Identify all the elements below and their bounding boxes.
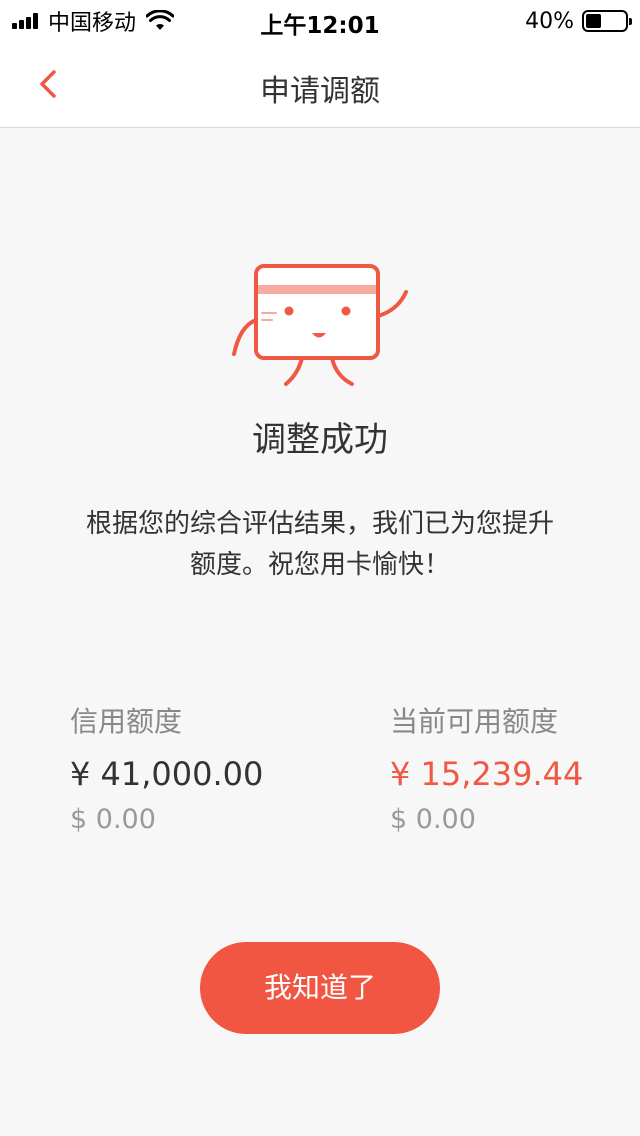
- status-bar: 中国移动 上午12:01 40%: [0, 0, 640, 40]
- success-title: 调整成功: [252, 420, 388, 460]
- credit-limit-usd: $ 0.00: [70, 804, 156, 835]
- battery-percentage: 40%: [525, 8, 574, 34]
- available-limit-rmb: ¥ 15,239.44: [390, 755, 584, 793]
- confirm-button[interactable]: 我知道了: [200, 942, 440, 1034]
- status-bar-right: 40%: [525, 8, 632, 34]
- battery-icon: [582, 10, 632, 32]
- credit-limit-rmb: ¥ 41,000.00: [70, 755, 264, 793]
- nav-bar: 申请调额: [0, 40, 640, 128]
- available-limit-label: 当前可用额度: [390, 705, 559, 738]
- page-title: 申请调额: [260, 74, 380, 109]
- card-mascot-icon: [232, 264, 408, 386]
- credit-limit-section: 信用额度 ¥ 41,000.00 $ 0.00: [70, 702, 310, 838]
- available-limit-section: 当前可用额度 ¥ 15,239.44 $ 0.00: [390, 702, 630, 838]
- available-limit-usd: $ 0.00: [390, 804, 476, 835]
- success-description: 根据您的综合评估结果，我们已为您提升额度。祝您用卡愉快！: [85, 509, 554, 580]
- credit-limit-label: 信用额度: [70, 705, 183, 738]
